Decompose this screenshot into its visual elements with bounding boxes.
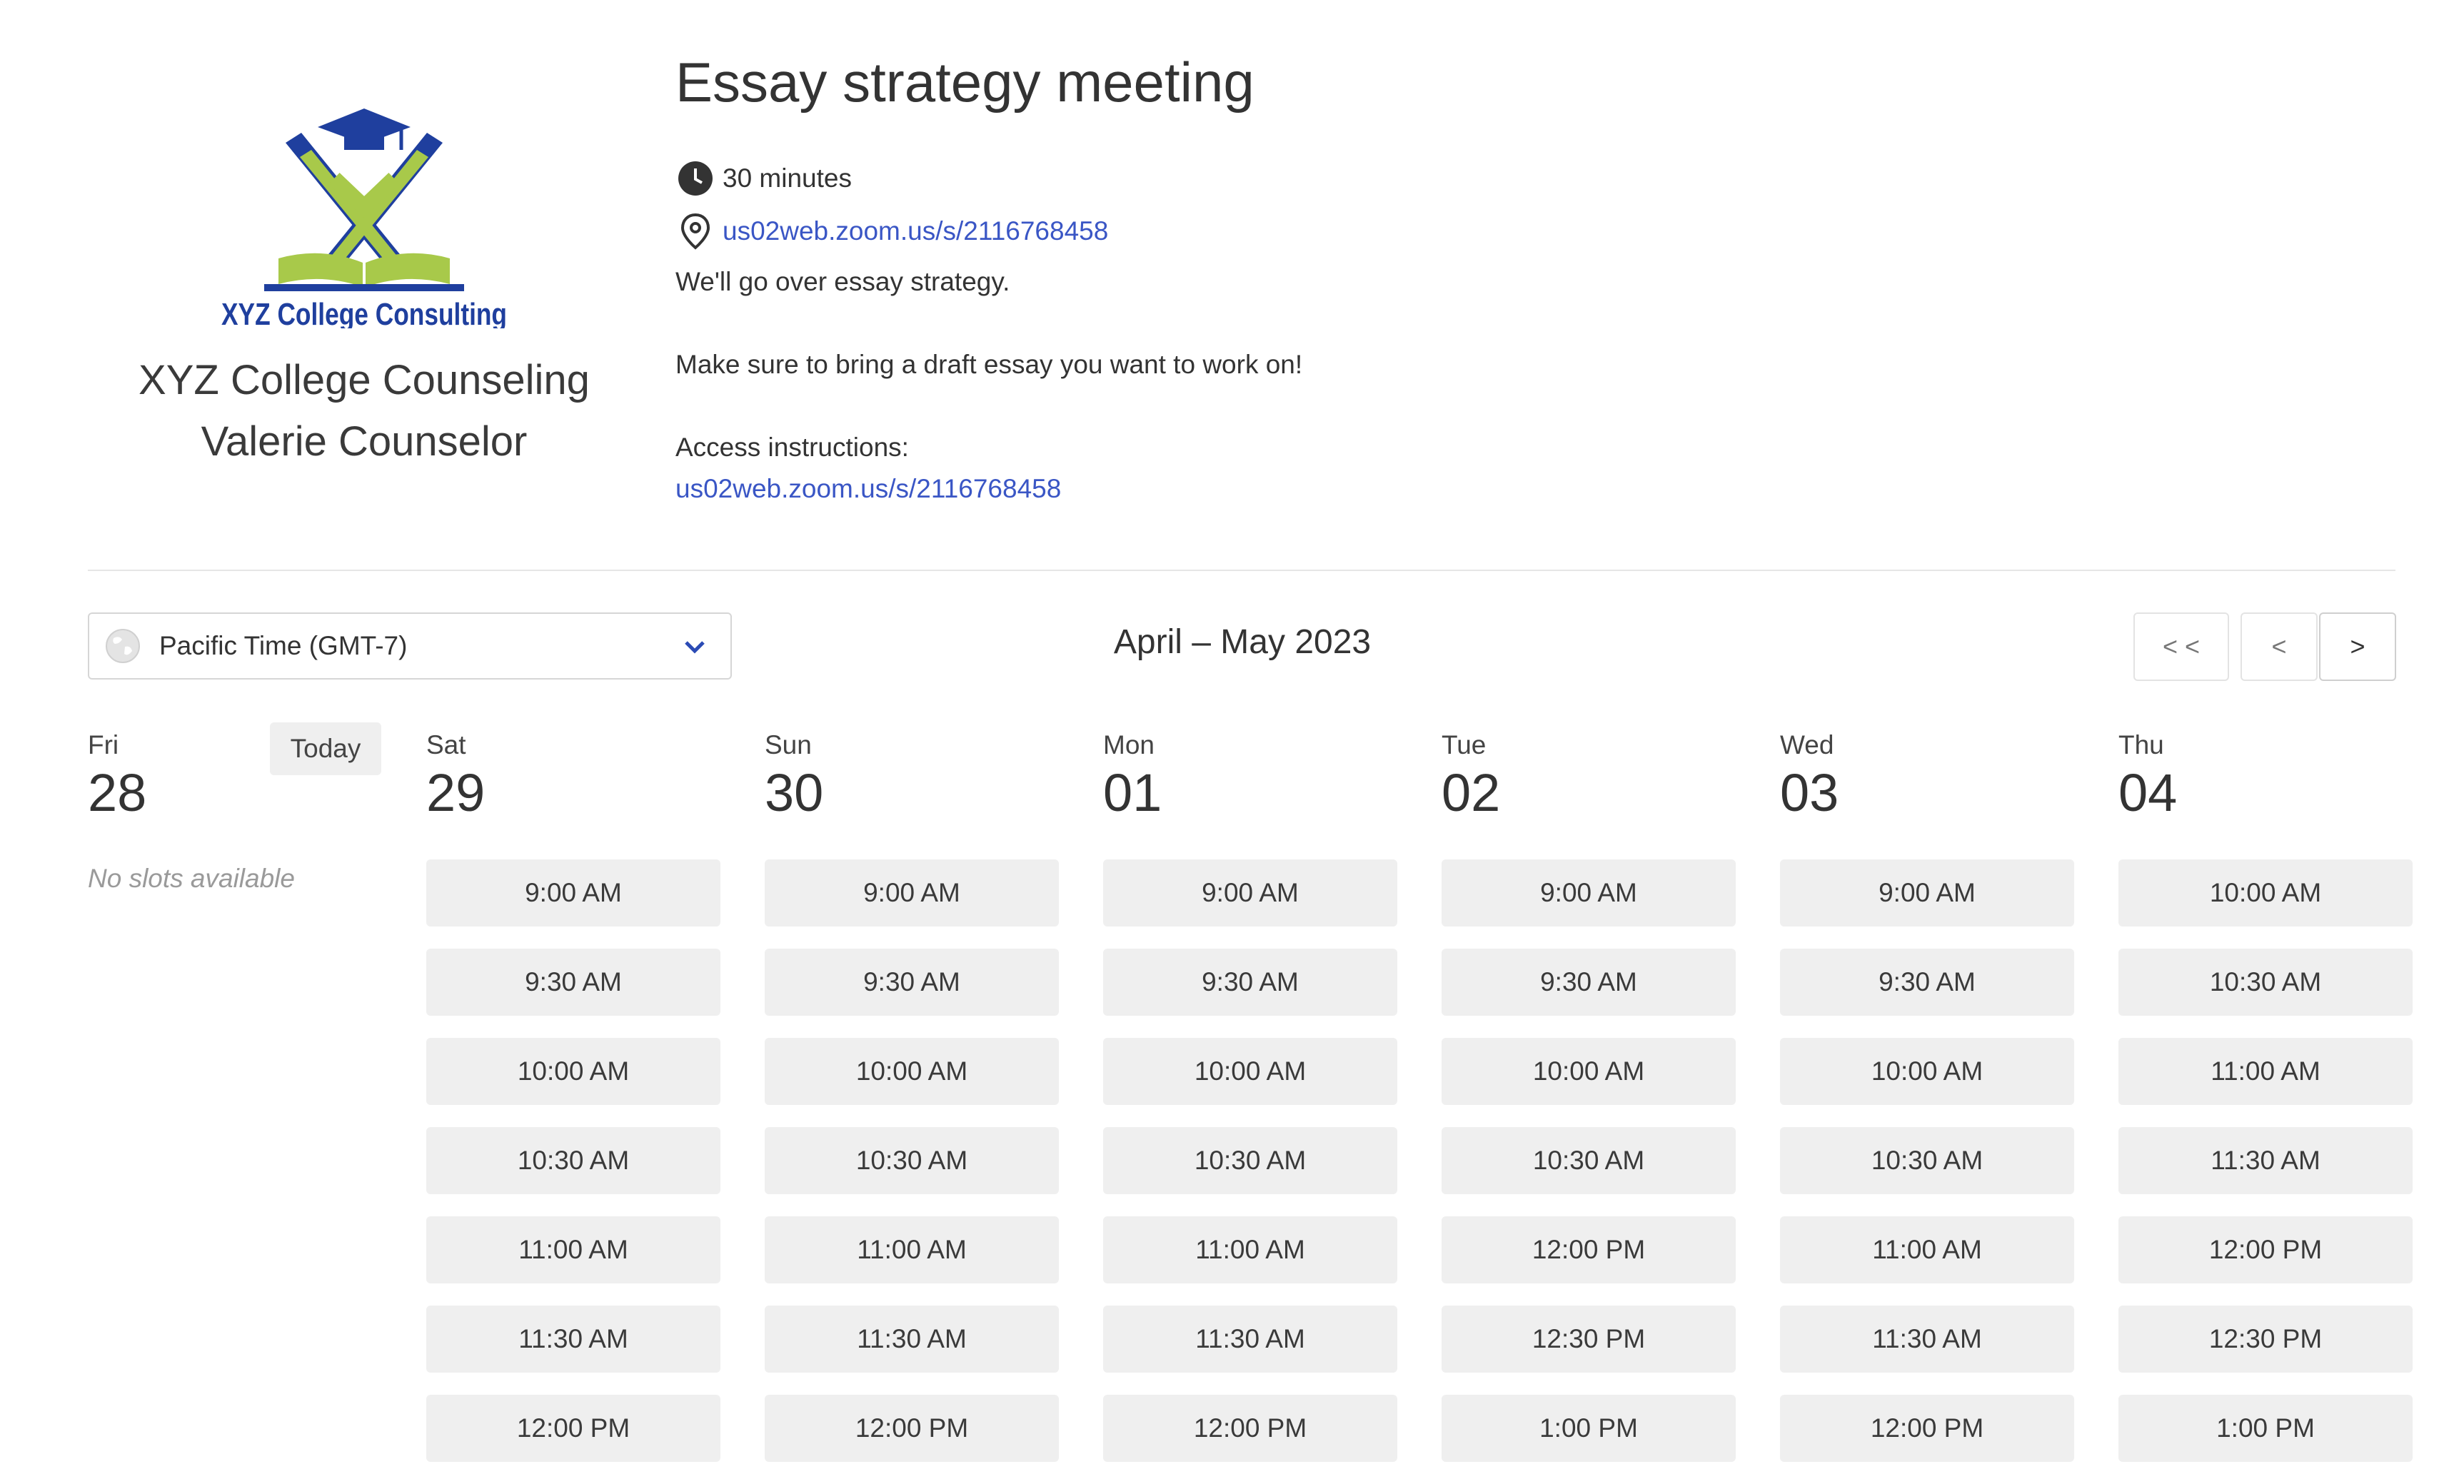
- time-slot-button[interactable]: 9:30 AM: [1780, 949, 2074, 1016]
- first-week-button[interactable]: < <: [2133, 612, 2229, 681]
- slot-list-sun: 9:00 AM 9:30 AM 10:00 AM 10:30 AM 11:00 …: [765, 859, 1059, 1484]
- time-slot-button[interactable]: 10:00 AM: [426, 1038, 720, 1105]
- time-slot-button[interactable]: 9:00 AM: [426, 859, 720, 927]
- location-row: us02web.zoom.us/s/2116768458: [675, 211, 1889, 251]
- time-slot-button[interactable]: 12:00 PM: [426, 1395, 720, 1462]
- day-number: 01: [1103, 763, 1162, 822]
- time-slot-button[interactable]: 10:00 AM: [765, 1038, 1059, 1105]
- time-slot-button[interactable]: 11:30 AM: [1780, 1306, 2074, 1373]
- slot-list-thu: 10:00 AM 10:30 AM 11:00 AM 11:30 AM 12:0…: [2118, 859, 2413, 1484]
- time-slot-button[interactable]: 10:00 AM: [1103, 1038, 1397, 1105]
- location-pin-icon: [675, 211, 715, 251]
- time-slot-button[interactable]: 12:00 PM: [2118, 1216, 2413, 1283]
- day-number: 04: [2118, 763, 2178, 822]
- time-slot-button[interactable]: 12:30 PM: [2118, 1306, 2413, 1373]
- day-column-sat: Sat 29: [426, 727, 720, 822]
- time-slot-button[interactable]: 11:00 AM: [2118, 1038, 2413, 1105]
- time-slot-button[interactable]: 1:00 PM: [1442, 1395, 1736, 1462]
- time-slot-button[interactable]: 12:00 PM: [1103, 1395, 1397, 1462]
- day-of-week: Sat: [426, 730, 466, 759]
- time-slot-button[interactable]: 11:00 AM: [426, 1216, 720, 1283]
- time-slot-button[interactable]: 10:30 AM: [426, 1127, 720, 1194]
- today-button[interactable]: Today: [270, 722, 381, 775]
- organization-panel: XYZ College Consulting XYZ College Couns…: [107, 100, 621, 473]
- slot-list-tue: 9:00 AM 9:30 AM 10:00 AM 10:30 AM 12:00 …: [1442, 859, 1736, 1484]
- time-slot-button[interactable]: 12:00 PM: [765, 1395, 1059, 1462]
- time-slot-button[interactable]: 11:30 AM: [1103, 1306, 1397, 1373]
- access-label: Access instructions:: [675, 433, 909, 462]
- no-slots-message: No slots available: [88, 864, 295, 893]
- counselor-name: Valerie Counselor: [201, 418, 528, 465]
- timezone-label: Pacific Time (GMT-7): [159, 631, 408, 660]
- organization-name: XYZ College Counseling: [139, 357, 590, 403]
- time-slot-button[interactable]: 9:00 AM: [1103, 859, 1397, 927]
- time-slot-button[interactable]: 11:30 AM: [765, 1306, 1059, 1373]
- time-slot-button[interactable]: 10:30 AM: [1442, 1127, 1736, 1194]
- day-of-week: Sun: [765, 730, 812, 759]
- time-slot-button[interactable]: 12:00 PM: [1780, 1395, 2074, 1462]
- time-slot-button[interactable]: 11:30 AM: [2118, 1127, 2413, 1194]
- timezone-select[interactable]: Pacific Time (GMT-7): [88, 612, 732, 680]
- time-slot-button[interactable]: 9:00 AM: [1442, 859, 1736, 927]
- next-week-button[interactable]: >: [2319, 612, 2396, 681]
- day-number: 03: [1780, 763, 1839, 822]
- time-slot-button[interactable]: 10:00 AM: [2118, 859, 2413, 927]
- day-column-wed: Wed 03: [1780, 727, 2074, 822]
- slot-list-mon: 9:00 AM 9:30 AM 10:00 AM 10:30 AM 11:00 …: [1103, 859, 1397, 1484]
- time-slot-button[interactable]: 11:00 AM: [1780, 1216, 2074, 1283]
- time-slot-button[interactable]: 9:30 AM: [426, 949, 720, 1016]
- time-slot-button[interactable]: 12:30 PM: [1442, 1306, 1736, 1373]
- divider: [88, 570, 2395, 571]
- day-of-week: Wed: [1780, 730, 1834, 759]
- day-of-week: Mon: [1103, 730, 1155, 759]
- duration-row: 30 minutes: [675, 158, 1889, 198]
- event-title: Essay strategy meeting: [675, 51, 1254, 113]
- day-number: 29: [426, 763, 486, 822]
- slot-list-wed: 9:00 AM 9:30 AM 10:00 AM 10:30 AM 11:00 …: [1780, 859, 2074, 1484]
- time-slot-button[interactable]: 9:30 AM: [765, 949, 1059, 1016]
- time-slot-button[interactable]: 1:00 PM: [2118, 1395, 2413, 1462]
- event-description: We'll go over essay strategy. Make sure …: [675, 261, 1889, 510]
- chevron-down-icon: [685, 641, 705, 654]
- duration-text: 30 minutes: [723, 163, 852, 193]
- time-slot-button[interactable]: 11:30 AM: [426, 1306, 720, 1373]
- location-link[interactable]: us02web.zoom.us/s/2116768458: [723, 216, 1108, 246]
- slot-list-sat: 9:00 AM 9:30 AM 10:00 AM 10:30 AM 11:00 …: [426, 859, 720, 1484]
- time-slot-button[interactable]: 10:00 AM: [1442, 1038, 1736, 1105]
- globe-icon: [106, 629, 140, 663]
- time-slot-button[interactable]: 10:30 AM: [765, 1127, 1059, 1194]
- time-slot-button[interactable]: 11:00 AM: [1103, 1216, 1397, 1283]
- description-line: Make sure to bring a draft essay you wan…: [675, 350, 1303, 379]
- access-link[interactable]: us02web.zoom.us/s/2116768458: [675, 474, 1061, 503]
- day-column-tue: Tue 02: [1442, 727, 1736, 822]
- day-number: 30: [765, 763, 824, 822]
- event-details: Essay strategy meeting 30 minutes us02we…: [675, 43, 1889, 510]
- time-slot-button[interactable]: 10:30 AM: [2118, 949, 2413, 1016]
- day-column-sun: Sun 30: [765, 727, 1059, 822]
- time-slot-button[interactable]: 11:00 AM: [765, 1216, 1059, 1283]
- time-slot-button[interactable]: 10:00 AM: [1780, 1038, 2074, 1105]
- description-line: We'll go over essay strategy.: [675, 267, 1010, 296]
- time-slot-button[interactable]: 9:30 AM: [1442, 949, 1736, 1016]
- day-of-week: Thu: [2118, 730, 2164, 759]
- time-slot-button[interactable]: 9:00 AM: [765, 859, 1059, 927]
- day-column-mon: Mon 01: [1103, 727, 1397, 822]
- day-number: 02: [1442, 763, 1501, 822]
- logo-text: XYZ College Consulting: [221, 297, 507, 328]
- day-of-week: Tue: [1442, 730, 1487, 759]
- day-column-thu: Thu 04: [2118, 727, 2413, 822]
- time-slot-button[interactable]: 9:30 AM: [1103, 949, 1397, 1016]
- time-slot-button[interactable]: 10:30 AM: [1780, 1127, 2074, 1194]
- time-slot-button[interactable]: 12:00 PM: [1442, 1216, 1736, 1283]
- time-slot-button[interactable]: 9:00 AM: [1780, 859, 2074, 927]
- clock-icon: [675, 158, 715, 198]
- time-slot-button[interactable]: 10:30 AM: [1103, 1127, 1397, 1194]
- company-logo: XYZ College Consulting: [221, 108, 507, 328]
- month-range-label: April – May 2023: [1113, 623, 1372, 661]
- previous-week-button[interactable]: <: [2241, 612, 2318, 681]
